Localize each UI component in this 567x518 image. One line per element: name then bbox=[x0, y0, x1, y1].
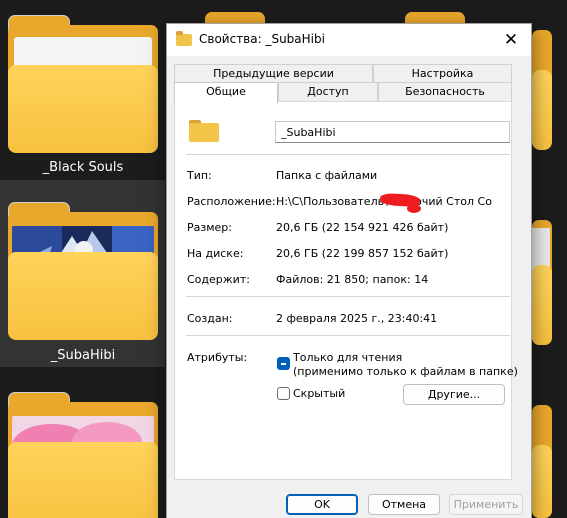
divider bbox=[186, 296, 510, 297]
folder-front bbox=[8, 65, 158, 153]
divider bbox=[186, 335, 510, 336]
tab-previous-versions[interactable]: Предыдущие версии bbox=[174, 64, 373, 82]
size-label: Размер: bbox=[187, 221, 232, 234]
divider bbox=[186, 154, 510, 155]
tab-sharing[interactable]: Доступ bbox=[278, 82, 378, 101]
created-label: Создан: bbox=[187, 312, 233, 325]
folder-label-subahibi[interactable]: _SubaHibi bbox=[8, 348, 158, 363]
folder-icon-large bbox=[189, 120, 219, 142]
folder-icon bbox=[176, 31, 192, 46]
disk-size-label: На диске: bbox=[187, 247, 244, 260]
type-value: Папка с файлами bbox=[276, 169, 378, 182]
folder-front bbox=[8, 252, 158, 340]
close-button[interactable]: ✕ bbox=[499, 28, 523, 52]
folder-name-input[interactable] bbox=[275, 121, 510, 143]
disk-size-value: 20,6 ГБ (22 199 857 152 байт) bbox=[276, 247, 449, 260]
properties-dialog: Свойства: _SubaHibi ✕ Предыдущие версии … bbox=[166, 23, 532, 518]
folder-label-black-souls[interactable]: _Black Souls bbox=[8, 160, 158, 175]
size-value: 20,6 ГБ (22 154 921 426 байт) bbox=[276, 221, 449, 234]
readonly-label[interactable]: Только для чтения bbox=[293, 351, 402, 364]
folder-image-thumbnail[interactable] bbox=[8, 392, 158, 518]
ok-button[interactable]: OK bbox=[286, 494, 358, 515]
apply-button[interactable]: Применить bbox=[449, 494, 523, 515]
advanced-attributes-button[interactable]: Другие... bbox=[403, 384, 505, 405]
hidden-checkbox[interactable] bbox=[277, 387, 290, 400]
tab-customize[interactable]: Настройка bbox=[373, 64, 512, 82]
title-bar[interactable]: Свойства: _SubaHibi ✕ bbox=[167, 24, 531, 56]
hidden-label[interactable]: Скрытый bbox=[293, 387, 345, 400]
contains-label: Содержит: bbox=[187, 273, 250, 286]
redaction-mark bbox=[407, 204, 421, 213]
readonly-sublabel: (применимо только к файлам в папке) bbox=[293, 365, 518, 378]
cancel-button[interactable]: Отмена bbox=[368, 494, 440, 515]
tab-general[interactable]: Общие bbox=[174, 82, 278, 104]
created-value: 2 февраля 2025 г., 23:40:41 bbox=[276, 312, 438, 325]
folder-black-souls[interactable] bbox=[8, 15, 158, 153]
folder-front bbox=[8, 442, 158, 518]
contains-value: Файлов: 21 850; папок: 14 bbox=[276, 273, 429, 286]
location-label: Расположение: bbox=[187, 195, 276, 208]
folder-subahibi[interactable] bbox=[8, 202, 158, 340]
attributes-label: Атрибуты: bbox=[187, 351, 248, 364]
readonly-checkbox[interactable] bbox=[277, 357, 290, 370]
general-panel bbox=[174, 101, 512, 480]
tab-security[interactable]: Безопасность bbox=[378, 82, 512, 101]
type-label: Тип: bbox=[187, 169, 212, 182]
dialog-title: Свойства: _SubaHibi bbox=[199, 32, 325, 46]
